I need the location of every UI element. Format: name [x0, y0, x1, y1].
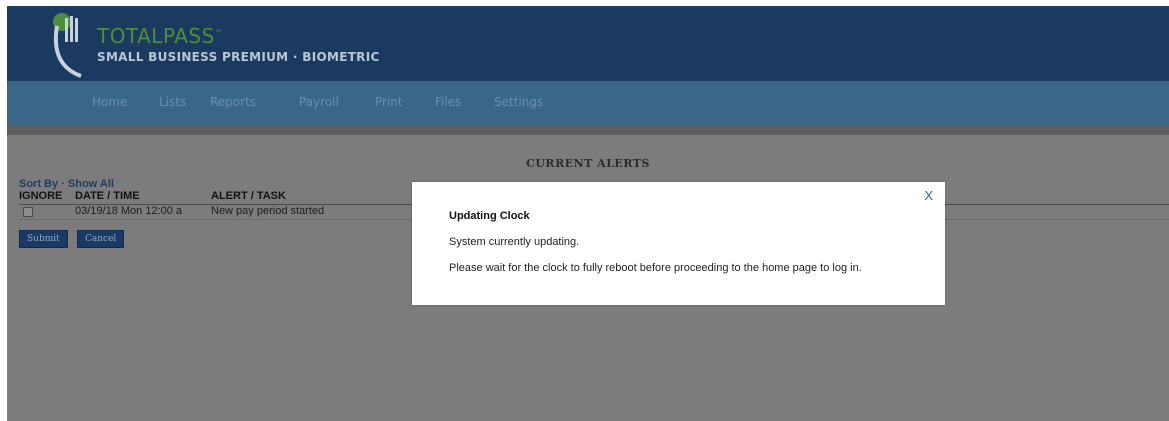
nav-item-print[interactable]: Print	[375, 95, 403, 109]
cancel-button[interactable]: Cancel	[77, 230, 125, 248]
close-icon[interactable]: X	[924, 188, 933, 203]
logo-trademark: ™	[214, 28, 224, 38]
dialog-message-instructions: Please wait for the clock to fully reboo…	[449, 262, 862, 274]
main-nav: Home Lists Reports Payroll Print Files S…	[7, 81, 1169, 126]
page-title: CURRENT ALERTS	[526, 157, 650, 170]
dialog-title: Updating Clock	[449, 210, 530, 222]
show-all-link[interactable]: Show All	[68, 178, 114, 190]
totalpass-logo-icon	[53, 13, 82, 78]
column-header-ignore: IGNORE	[19, 190, 63, 202]
nav-item-files[interactable]: Files	[435, 95, 461, 109]
sort-controls: Sort By · Show All	[19, 178, 114, 190]
nav-item-settings[interactable]: Settings	[494, 95, 543, 109]
column-header-alert-task: ALERT / TASK	[211, 190, 286, 202]
logo-name: TOTALPASS™	[97, 24, 223, 48]
ignore-checkbox[interactable]	[23, 207, 33, 217]
app-window: TOTALPASS™ SMALL BUSINESS PREMIUM · BIOM…	[7, 6, 1169, 421]
nav-underbar	[7, 126, 1169, 135]
nav-item-payroll[interactable]: Payroll	[299, 95, 339, 109]
nav-item-reports[interactable]: Reports	[210, 95, 256, 109]
column-header-date-time: DATE / TIME	[75, 190, 140, 202]
sort-separator: ·	[58, 178, 68, 190]
row-alert-text: New pay period started	[211, 205, 325, 217]
nav-item-home[interactable]: Home	[92, 95, 127, 109]
row-date-time: 03/19/18 Mon 12:00 a	[75, 205, 183, 217]
nav-item-lists[interactable]: Lists	[159, 95, 186, 109]
logo-subtitle: SMALL BUSINESS PREMIUM · BIOMETRIC	[97, 50, 380, 64]
header-bar: TOTALPASS™ SMALL BUSINESS PREMIUM · BIOM…	[7, 6, 1169, 81]
sort-by-link[interactable]: Sort By	[19, 178, 58, 190]
submit-button[interactable]: Submit	[19, 230, 68, 248]
updating-clock-dialog: X Updating Clock System currently updati…	[412, 182, 945, 305]
dialog-message-status: System currently updating.	[449, 236, 580, 248]
logo-name-text: TOTALPASS	[97, 24, 215, 48]
